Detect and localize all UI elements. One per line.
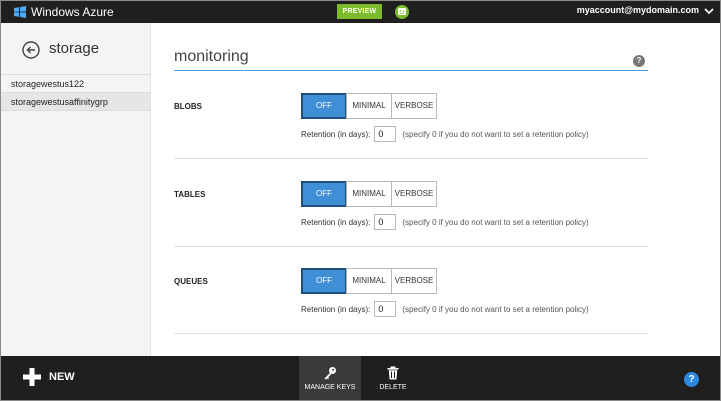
plus-icon — [23, 368, 41, 386]
nav-title: storage — [49, 40, 100, 57]
trash-icon — [387, 366, 399, 379]
minimal-option[interactable]: MINIMAL — [346, 268, 392, 294]
queues-section: QUEUES OFF MINIMAL VERBOSE Retention (in… — [174, 246, 648, 334]
brand[interactable]: Windows Azure — [13, 4, 114, 20]
help-icon[interactable]: ? — [684, 372, 699, 387]
section-label: BLOBS — [174, 102, 202, 111]
chevron-down-icon[interactable] — [703, 5, 715, 17]
off-option[interactable]: OFF — [301, 268, 347, 294]
section-divider — [174, 333, 648, 334]
retention-label: Retention (in days): — [301, 217, 371, 227]
minimal-option[interactable]: MINIMAL — [346, 181, 392, 207]
delete-label: DELETE — [379, 383, 407, 391]
windows-logo-icon — [14, 6, 26, 18]
brand-name: Windows Azure — [31, 5, 114, 19]
new-button[interactable]: NEW — [23, 368, 75, 386]
back-arrow-icon[interactable] — [22, 41, 40, 59]
retention-row: Retention (in days): (specify 0 if you d… — [301, 214, 589, 230]
page-title: monitoring — [174, 48, 249, 65]
retention-days-input[interactable] — [374, 126, 397, 142]
monitoring-level-toggle: OFF MINIMAL VERBOSE — [301, 268, 437, 294]
retention-note: (specify 0 if you do not want to set a r… — [402, 304, 589, 314]
delete-button[interactable]: DELETE — [367, 356, 419, 400]
monitoring-level-toggle: OFF MINIMAL VERBOSE — [301, 93, 437, 119]
feedback-smiley-icon — [398, 8, 406, 15]
new-button-label: NEW — [49, 371, 75, 383]
retention-note: (specify 0 if you do not want to set a r… — [402, 217, 589, 227]
minimal-option[interactable]: MINIMAL — [346, 93, 392, 119]
portal-window: Windows Azure PREVIEW myaccount@mydomain… — [0, 0, 721, 401]
off-option[interactable]: OFF — [301, 93, 347, 119]
section-label: QUEUES — [174, 277, 208, 286]
retention-days-input[interactable] — [374, 214, 397, 230]
verbose-option[interactable]: VERBOSE — [391, 93, 437, 119]
help-icon[interactable]: ? — [633, 55, 645, 67]
retention-days-input[interactable] — [374, 301, 397, 317]
command-bar: NEW MANAGE KEYS DELETE ? — [1, 356, 720, 400]
tables-section: TABLES OFF MINIMAL VERBOSE Retention (in… — [174, 159, 648, 247]
account-name[interactable]: myaccount@mydomain.com — [561, 5, 699, 15]
retention-label: Retention (in days): — [301, 129, 371, 139]
verbose-option[interactable]: VERBOSE — [391, 181, 437, 207]
preview-button[interactable]: PREVIEW — [337, 4, 382, 19]
monitoring-level-toggle: OFF MINIMAL VERBOSE — [301, 181, 437, 207]
left-nav-panel: storage storagewestus122 storagewestusaf… — [1, 23, 151, 356]
retention-label: Retention (in days): — [301, 304, 371, 314]
storage-account-list: storagewestus122 storagewestusaffinitygr… — [1, 74, 150, 111]
top-bar: Windows Azure PREVIEW myaccount@mydomain… — [1, 1, 720, 23]
retention-row: Retention (in days): (specify 0 if you d… — [301, 301, 589, 317]
manage-keys-button[interactable]: MANAGE KEYS — [299, 356, 361, 400]
storage-account-item[interactable]: storagewestus122 — [1, 75, 150, 93]
section-label: TABLES — [174, 190, 206, 199]
retention-note: (specify 0 if you do not want to set a r… — [402, 129, 589, 139]
monitoring-page: monitoring ? BLOBS OFF MINIMAL VERBOSE R… — [152, 23, 720, 356]
storage-account-item-selected[interactable]: storagewestusaffinitygrp — [1, 93, 150, 111]
blobs-section: BLOBS OFF MINIMAL VERBOSE Retention (in … — [174, 71, 648, 159]
manage-keys-label: MANAGE KEYS — [304, 383, 356, 391]
retention-row: Retention (in days): (specify 0 if you d… — [301, 126, 589, 142]
verbose-option[interactable]: VERBOSE — [391, 268, 437, 294]
key-icon — [324, 366, 336, 380]
off-option[interactable]: OFF — [301, 181, 347, 207]
smiley-icon[interactable] — [395, 5, 409, 19]
